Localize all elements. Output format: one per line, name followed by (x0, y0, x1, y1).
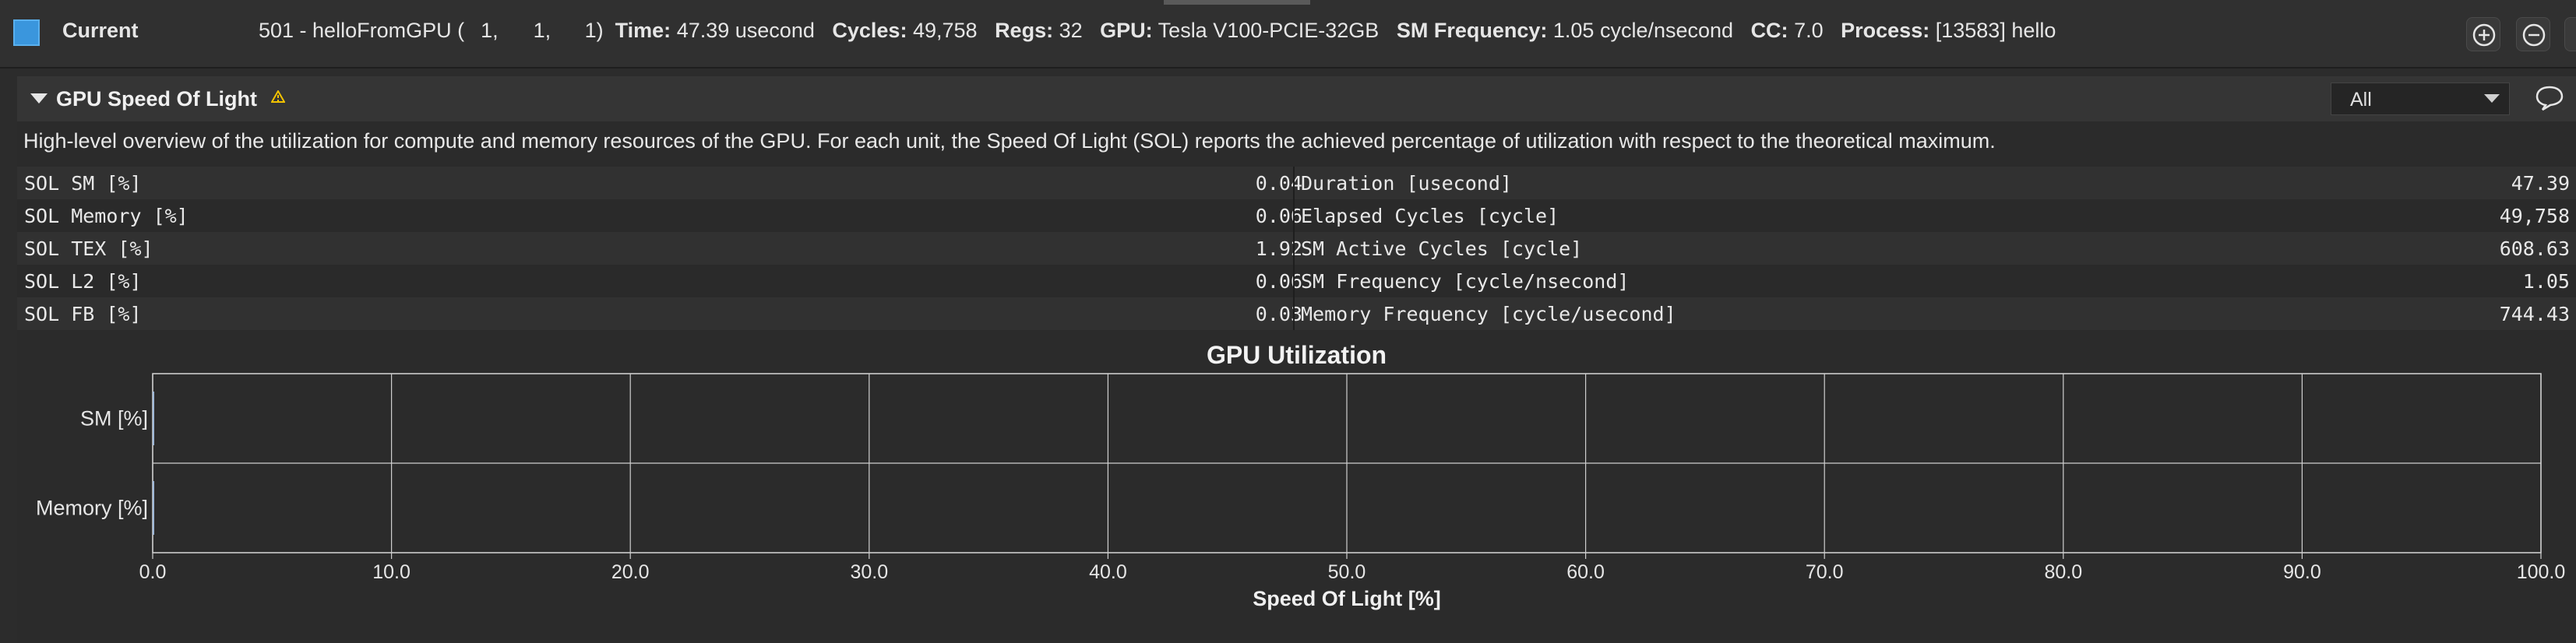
metric-name: SOL FB [%] (24, 303, 142, 325)
cycles-value: 49,758 (912, 19, 978, 42)
current-label: Current (62, 19, 139, 42)
zoom-out-button[interactable] (2516, 17, 2550, 51)
metric-value: 49,758 (2499, 205, 2570, 227)
grid-dim-y: 1, (533, 19, 551, 42)
metric-name: SOL L2 [%] (24, 270, 142, 293)
warning-icon[interactable] (271, 90, 285, 103)
x-tick-label: 30.0 (850, 561, 888, 583)
metric-name: Elapsed Cycles [cycle] (1301, 205, 1559, 227)
gpu-speed-of-light-section: GPU Speed Of Light All High-level overvi… (17, 76, 2576, 643)
x-tick-label: 0.0 (139, 561, 167, 583)
zoom-in-button[interactable] (2466, 17, 2500, 51)
metric-value: 47.39 (2511, 172, 2570, 195)
regs-label: Regs: (995, 19, 1054, 42)
metrics-table: SOL SM [%] 0.04 Duration [usecond] 47.39… (17, 167, 2576, 330)
body-filter-dropdown[interactable]: All (2331, 83, 2510, 115)
time-value: 47.39 usecond (676, 19, 815, 42)
utilization-bar[interactable] (153, 481, 154, 535)
metric-value: 0.06 (1255, 205, 1302, 227)
sm-frequency-label: SM Frequency: (1396, 19, 1548, 42)
metric-name: Memory Frequency [cycle/usecond] (1301, 303, 1676, 325)
metric-value: 1.05 (2522, 270, 2570, 293)
kernel-name: 501 - helloFromGPU ( (259, 19, 465, 42)
kernel-info-bar: Current 501 - helloFromGPU ( 1, 1, 1) Ti… (0, 0, 2576, 69)
current-color-swatch[interactable] (13, 19, 40, 46)
table-row: SOL FB [%] 0.03 Memory Frequency [cycle/… (17, 297, 2576, 330)
x-axis-label: Speed Of Light [%] (1253, 587, 1440, 610)
grid-dim-x: 1, (481, 19, 499, 42)
x-tick-label: 20.0 (611, 561, 650, 583)
grid-dim-z: 1) (584, 19, 604, 42)
metric-name: SOL Memory [%] (24, 205, 189, 227)
table-row: SOL TEX [%] 1.92 SM Active Cycles [cycle… (17, 232, 2576, 265)
comment-icon[interactable] (2535, 84, 2564, 112)
x-tick-label: 70.0 (1806, 561, 1844, 583)
metric-value: 744.43 (2499, 303, 2570, 325)
process-label: Process: (1841, 19, 1930, 42)
regs-value: 32 (1059, 19, 1083, 42)
x-tick-label: 10.0 (372, 561, 411, 583)
cc-value: 7.0 (1794, 19, 1824, 42)
more-button[interactable] (2564, 17, 2576, 51)
category-label: SM [%] (80, 407, 148, 430)
process-value: [13583] hello (1935, 19, 2056, 42)
chevron-down-icon (2484, 94, 2500, 103)
utilization-bar[interactable] (153, 392, 154, 445)
sm-frequency-value: 1.05 cycle/nsecond (1552, 19, 1734, 42)
table-row: SOL L2 [%] 0.06 SM Frequency [cycle/nsec… (17, 265, 2576, 297)
gpu-label: GPU: (1100, 19, 1153, 42)
kernel-summary: 501 - helloFromGPU ( 1, 1, 1) Time: 47.3… (259, 19, 2056, 43)
metric-name: SOL TEX [%] (24, 237, 153, 260)
x-tick-label: 100.0 (2517, 561, 2566, 583)
x-tick-label: 80.0 (2044, 561, 2082, 583)
x-tick-label: 90.0 (2283, 561, 2321, 583)
x-tick-label: 40.0 (1089, 561, 1127, 583)
time-label: Time: (615, 19, 671, 42)
gpu-utilization-chart: 0.0 10.0 20.0 30.0 40.0 50.0 60.0 70.0 80.0 90.0 1… (36, 373, 2566, 610)
scrollbar-handle[interactable] (1164, 0, 1310, 5)
gpu-value: Tesla V100-PCIE-32GB (1158, 19, 1380, 42)
section-description: High-level overview of the utilization f… (23, 129, 1996, 153)
collapse-caret-icon[interactable] (30, 92, 48, 104)
dropdown-value: All (2350, 89, 2372, 111)
zoom-out-icon (2522, 23, 2546, 47)
x-tick-label: 60.0 (1566, 561, 1605, 583)
zoom-in-icon (2472, 23, 2496, 47)
metric-value: 0.04 (1255, 172, 1302, 195)
cycles-label: Cycles: (832, 19, 907, 42)
category-label: Memory [%] (36, 497, 148, 520)
section-header[interactable]: GPU Speed Of Light All (17, 76, 2576, 121)
table-divider (1293, 167, 1295, 330)
metric-value: 0.03 (1255, 303, 1302, 325)
metric-value: 0.06 (1255, 270, 1302, 293)
metric-value: 1.92 (1255, 237, 1302, 260)
table-row: SOL SM [%] 0.04 Duration [usecond] 47.39 (17, 167, 2576, 199)
section-title: GPU Speed Of Light (56, 87, 258, 111)
metric-name: SM Frequency [cycle/nsecond] (1301, 270, 1630, 293)
metric-name: Duration [usecond] (1301, 172, 1512, 195)
metric-name: SOL SM [%] (24, 172, 142, 195)
metric-value: 608.63 (2499, 237, 2570, 260)
cc-label: CC: (1750, 19, 1788, 42)
metric-name: SM Active Cycles [cycle] (1301, 237, 1583, 260)
x-tick-label: 50.0 (1328, 561, 1366, 583)
chart-title: GPU Utilization (1206, 341, 1387, 369)
table-row: SOL Memory [%] 0.06 Elapsed Cycles [cycl… (17, 199, 2576, 232)
